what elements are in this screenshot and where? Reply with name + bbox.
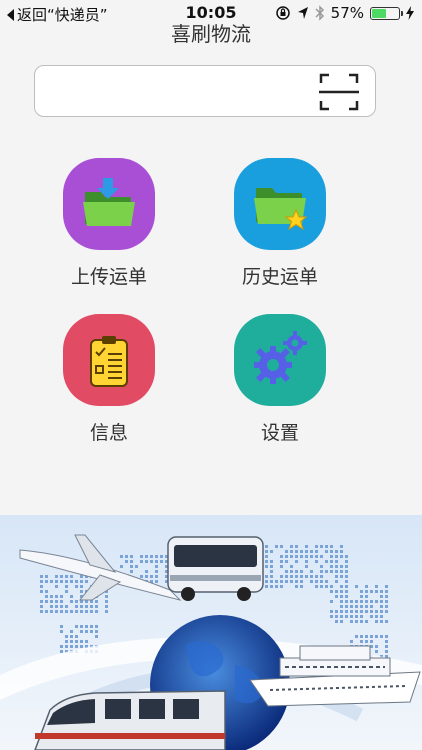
folder-star-icon — [250, 174, 310, 234]
info-label: 信息 — [29, 418, 189, 445]
upload-waybill-label: 上传运单 — [29, 262, 189, 289]
upload-waybill-icon-bg — [63, 158, 155, 250]
clipboard-checklist-icon — [79, 330, 139, 390]
gears-icon — [247, 327, 313, 393]
history-waybill-label: 历史运单 — [200, 262, 360, 289]
search-input[interactable] — [45, 76, 309, 108]
scan-frame-icon[interactable] — [319, 73, 359, 111]
upload-waybill-tile[interactable]: 上传运单 — [29, 158, 189, 289]
settings-label: 设置 — [200, 418, 360, 445]
info-icon-bg — [63, 314, 155, 406]
info-tile[interactable]: 信息 — [29, 314, 189, 445]
settings-icon-bg — [234, 314, 326, 406]
settings-tile[interactable]: 设置 — [200, 314, 360, 445]
logistics-banner-image — [0, 515, 422, 750]
upload-folder-icon — [79, 174, 139, 234]
waybill-search-box — [34, 65, 376, 117]
history-waybill-tile[interactable]: 历史运单 — [200, 158, 360, 289]
page-title: 喜刷物流 — [0, 18, 422, 47]
history-waybill-icon-bg — [234, 158, 326, 250]
battery-fill — [372, 9, 386, 18]
